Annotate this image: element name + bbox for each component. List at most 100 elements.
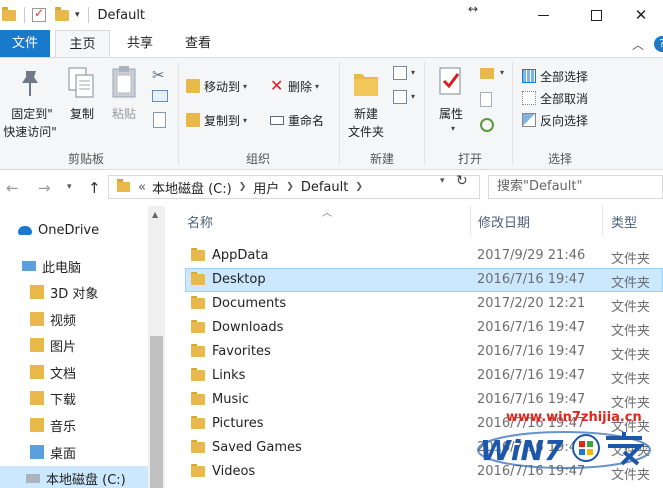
- pin-label-line2: 快速访问": [3, 125, 57, 139]
- nav-item-3d-objects[interactable]: 3D 对象: [30, 280, 98, 304]
- svg-text:WiN7: WiN7: [480, 434, 564, 467]
- title-bar: ▾ Default ↔ ✕: [0, 0, 663, 30]
- copy-button[interactable]: 复制: [62, 62, 102, 140]
- back-arrow-icon[interactable]: ←: [6, 179, 19, 197]
- nav-item-downloads[interactable]: 下载: [30, 386, 76, 410]
- history-icon[interactable]: [480, 118, 494, 132]
- folder-icon: [191, 320, 205, 333]
- table-row[interactable]: Documents 2017/2/20 12:21 文件夹: [185, 292, 663, 316]
- properties-button[interactable]: 属性 ▾: [428, 62, 474, 142]
- up-arrow-icon[interactable]: ↑: [88, 179, 101, 197]
- forward-arrow-icon[interactable]: →: [38, 179, 51, 197]
- collapse-ribbon-icon[interactable]: ︿: [632, 36, 644, 53]
- chevron-right-icon[interactable]: ❯: [286, 182, 294, 192]
- pin-quick-access-button[interactable]: 固定到" 快速访问": [0, 62, 60, 140]
- chevron-down-icon[interactable]: ▾: [411, 68, 415, 77]
- properties-icon: [439, 67, 461, 95]
- close-icon: ✕: [634, 6, 648, 24]
- file-type: 文件夹: [611, 372, 651, 387]
- table-row[interactable]: Downloads 2016/7/16 19:47 文件夹: [185, 316, 663, 340]
- invert-selection-icon: [522, 113, 536, 127]
- nav-item-label: 视频: [50, 313, 77, 329]
- paste-button[interactable]: 粘贴: [104, 62, 144, 140]
- tab-home[interactable]: 主页: [55, 30, 110, 58]
- open-icon[interactable]: [480, 68, 494, 79]
- edit-icon[interactable]: [480, 92, 492, 107]
- new-item-icon[interactable]: [393, 66, 407, 80]
- column-header-type[interactable]: 类型: [611, 212, 637, 234]
- pin-icon: [22, 71, 38, 96]
- breadcrumb-overflow[interactable]: «: [138, 180, 146, 195]
- customize-toolbar-dropdown[interactable]: ▾: [75, 10, 80, 20]
- scroll-up-icon[interactable]: ▲: [152, 210, 158, 219]
- file-name: Videos: [212, 464, 256, 479]
- nav-item-videos[interactable]: 视频: [30, 307, 76, 331]
- nav-item-this-pc[interactable]: 此电脑: [22, 254, 81, 278]
- file-name: Documents: [212, 296, 287, 311]
- cut-icon[interactable]: ✂: [152, 66, 165, 84]
- select-none-button[interactable]: 全部取消: [522, 88, 588, 108]
- nav-item-music[interactable]: 音乐: [30, 413, 76, 437]
- recent-locations-icon[interactable]: ▾: [67, 182, 72, 192]
- new-folder-button[interactable]: 新建 文件夹: [342, 62, 390, 142]
- table-row[interactable]: Music 2016/7/16 19:47 文件夹: [185, 388, 663, 412]
- minimize-button[interactable]: [520, 0, 566, 30]
- easy-access-icon[interactable]: [393, 90, 407, 104]
- delete-button[interactable]: ✕ 删除 ▾: [270, 76, 319, 96]
- close-button[interactable]: ✕: [618, 0, 663, 30]
- chevron-right-icon[interactable]: ❯: [239, 182, 247, 192]
- column-divider[interactable]: [470, 206, 471, 236]
- nav-item-desktop[interactable]: 桌面: [30, 440, 76, 464]
- address-bar[interactable]: « 本地磁盘 (C:) ❯ 用户 ❯ Default ❯: [108, 175, 480, 199]
- rename-button[interactable]: 重命名: [270, 110, 324, 130]
- move-to-button[interactable]: 移动到 ▾: [186, 76, 247, 96]
- breadcrumb-item[interactable]: Default: [301, 180, 349, 195]
- file-name: Pictures: [212, 416, 264, 431]
- video-icon: [30, 312, 44, 326]
- maximize-button[interactable]: [573, 0, 619, 30]
- select-all-button[interactable]: 全部选择: [522, 66, 588, 86]
- nav-item-pictures[interactable]: 图片: [30, 333, 76, 357]
- nav-item-onedrive[interactable]: OneDrive: [18, 218, 99, 242]
- nav-item-local-disk-c[interactable]: 本地磁盘 (C:): [0, 466, 148, 488]
- paste-shortcut-icon[interactable]: [153, 112, 166, 128]
- copy-to-button[interactable]: 复制到 ▾: [186, 110, 247, 130]
- open-group-label: 打开: [457, 152, 482, 166]
- copy-to-icon: [186, 113, 200, 127]
- minimize-icon: [537, 14, 549, 16]
- tab-view[interactable]: 查看: [170, 30, 226, 57]
- search-input[interactable]: 搜索"Default": [488, 175, 663, 199]
- table-row[interactable]: Desktop 2016/7/16 19:47 文件夹: [185, 268, 663, 292]
- breadcrumb-item[interactable]: 本地磁盘 (C:): [152, 178, 232, 197]
- table-row[interactable]: Links 2016/7/16 19:47 文件夹: [185, 364, 663, 388]
- table-row[interactable]: Favorites 2016/7/16 19:47 文件夹: [185, 340, 663, 364]
- tab-share[interactable]: 共享: [114, 30, 166, 57]
- column-header-name[interactable]: 名称: [187, 212, 213, 234]
- copy-path-icon[interactable]: [152, 90, 168, 102]
- group-divider: [178, 62, 179, 165]
- chevron-down-icon[interactable]: ▾: [411, 92, 415, 101]
- breadcrumb-item[interactable]: 用户: [253, 178, 279, 197]
- nav-item-documents[interactable]: 文档: [30, 360, 76, 384]
- tab-file[interactable]: 文件: [0, 30, 50, 57]
- refresh-icon[interactable]: ↻: [456, 173, 468, 189]
- properties-quick-icon[interactable]: [32, 6, 46, 22]
- column-divider[interactable]: [602, 206, 603, 236]
- invert-selection-button[interactable]: 反向选择: [522, 110, 588, 130]
- chevron-right-icon[interactable]: ❯: [355, 182, 363, 192]
- column-header-date[interactable]: 修改日期: [478, 212, 530, 234]
- address-history-dropdown[interactable]: ▾: [440, 176, 445, 186]
- new-group-label: 新建: [369, 152, 394, 166]
- navigation-pane: OneDrive 此电脑 3D 对象 视频 图片 文档 下载 音乐 桌面 本地磁…: [0, 206, 165, 488]
- scrollbar-thumb[interactable]: [150, 336, 163, 488]
- new-folder-quick-icon[interactable]: [55, 6, 69, 21]
- table-row[interactable]: AppData 2017/9/29 21:46 文件夹: [185, 244, 663, 268]
- quick-access-toolbar: ▾ Default: [0, 0, 145, 30]
- nav-pane-scrollbar[interactable]: ▲: [148, 206, 165, 488]
- documents-icon: [30, 365, 44, 379]
- help-icon[interactable]: ?: [654, 36, 663, 52]
- chevron-down-icon[interactable]: ▾: [500, 68, 504, 77]
- ribbon: 固定到" 快速访问" 复制 粘贴 ✂ 剪贴板 移动到 ▾ ✕ 删除 ▾ 复制到 ▾: [0, 57, 663, 170]
- group-divider: [339, 62, 340, 165]
- pin-label-line1: 固定到": [11, 107, 53, 121]
